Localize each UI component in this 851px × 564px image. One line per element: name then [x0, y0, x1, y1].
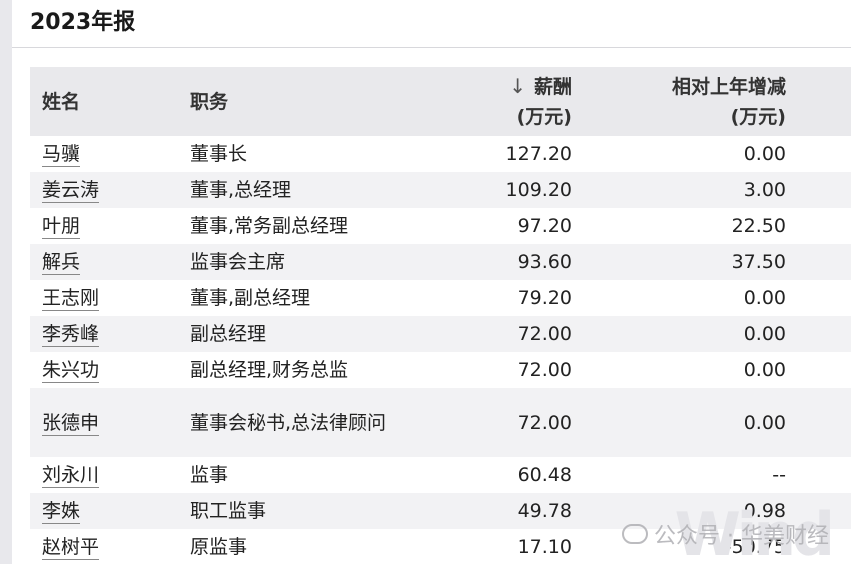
table-row: 李秀峰 副总经理 72.00 0.00 [30, 316, 851, 352]
pay-cell: 109.20 [505, 179, 572, 201]
pay-cell: 97.20 [517, 215, 572, 237]
report-title: 2023年报 [30, 10, 136, 35]
table-row: 张德申 董事会秘书,总法律顾问 72.00 0.00 [30, 388, 851, 457]
header-position[interactable]: 职务 [178, 67, 406, 136]
person-name-link[interactable]: 叶朋 [42, 215, 81, 239]
salary-table: 姓名 职务 ↓ 薪酬 (万元) 相对上年增减 (万元) 马骥 董事长 127.20… [30, 67, 851, 564]
pay-cell: 79.20 [517, 287, 572, 309]
table-row: 刘永川 监事 60.48 -- [30, 457, 851, 493]
person-name-link[interactable]: 姜云涛 [42, 179, 100, 203]
position-cell: 董事长 [190, 143, 248, 165]
pay-cell: 49.78 [517, 500, 572, 522]
position-cell: 原监事 [190, 536, 248, 558]
header-change-label: 相对上年增减 [671, 75, 786, 98]
position-cell: 职工监事 [190, 500, 267, 522]
change-cell: 22.50 [731, 215, 786, 237]
header-change[interactable]: 相对上年增减 (万元) [572, 67, 786, 136]
person-name-link[interactable]: 王志刚 [42, 287, 100, 311]
change-cell: 3.00 [743, 179, 786, 201]
pay-cell: 60.48 [517, 464, 572, 486]
position-cell: 副总经理 [190, 323, 267, 345]
watermark: 公众号 · 华美财经 [622, 518, 829, 550]
pay-cell: 127.20 [505, 143, 572, 165]
position-cell: 监事会主席 [190, 251, 286, 273]
person-name-link[interactable]: 李姝 [42, 500, 81, 524]
header-spacer [786, 67, 851, 136]
change-cell: -- [772, 464, 786, 486]
person-name-link[interactable]: 解兵 [42, 251, 81, 275]
header-name[interactable]: 姓名 [30, 67, 178, 136]
pay-cell: 72.00 [517, 411, 572, 434]
pay-cell: 72.00 [517, 323, 572, 345]
position-cell: 董事会秘书,总法律顾问 [190, 411, 387, 434]
header-pay-label: 薪酬 [533, 76, 572, 98]
person-name-link[interactable]: 李秀峰 [42, 323, 100, 347]
header-change-unit: (万元) [730, 105, 786, 128]
table-row: 姜云涛 董事,总经理 109.20 3.00 [30, 172, 851, 208]
change-cell: 0.00 [743, 287, 786, 309]
arrow-down-icon[interactable]: ↓ [509, 71, 526, 101]
position-cell: 副总经理,财务总监 [190, 359, 349, 381]
pay-cell: 17.10 [517, 536, 572, 558]
change-cell: 0.00 [743, 359, 786, 381]
change-cell: 0.00 [743, 323, 786, 345]
watermark-text: 公众号 · 华美财经 [654, 524, 829, 549]
report-panel: 2023年报 姓名 职务 ↓ 薪酬 (万元) 相对上年增减 (万元) 马骥 董事长 [12, 0, 851, 564]
position-cell: 董事,总经理 [190, 179, 292, 201]
person-name-link[interactable]: 朱兴功 [42, 359, 100, 383]
change-cell: 0.00 [743, 143, 786, 165]
person-name-link[interactable]: 刘永川 [42, 464, 100, 488]
pay-cell: 72.00 [517, 359, 572, 381]
pay-cell: 93.60 [517, 251, 572, 273]
position-cell: 董事,常务副总经理 [190, 215, 349, 237]
header-pay[interactable]: ↓ 薪酬 (万元) [406, 67, 572, 136]
header-pay-unit: (万元) [516, 106, 572, 128]
table-header-row: 姓名 职务 ↓ 薪酬 (万元) 相对上年增减 (万元) [30, 67, 851, 136]
table-row: 王志刚 董事,副总经理 79.20 0.00 [30, 280, 851, 316]
table-row: 叶朋 董事,常务副总经理 97.20 22.50 [30, 208, 851, 244]
change-cell: 0.00 [743, 411, 786, 434]
person-name-link[interactable]: 赵树平 [42, 536, 100, 560]
title-divider [12, 47, 851, 48]
table-row: 朱兴功 副总经理,财务总监 72.00 0.00 [30, 352, 851, 388]
position-cell: 监事 [190, 464, 229, 486]
wechat-icon [622, 524, 649, 544]
position-cell: 董事,副总经理 [190, 287, 311, 309]
person-name-link[interactable]: 张德申 [42, 411, 100, 436]
table-row: 解兵 监事会主席 93.60 37.50 [30, 244, 851, 280]
person-name-link[interactable]: 马骥 [42, 143, 81, 167]
change-cell: 37.50 [731, 251, 786, 273]
table-row: 马骥 董事长 127.20 0.00 [30, 136, 851, 172]
